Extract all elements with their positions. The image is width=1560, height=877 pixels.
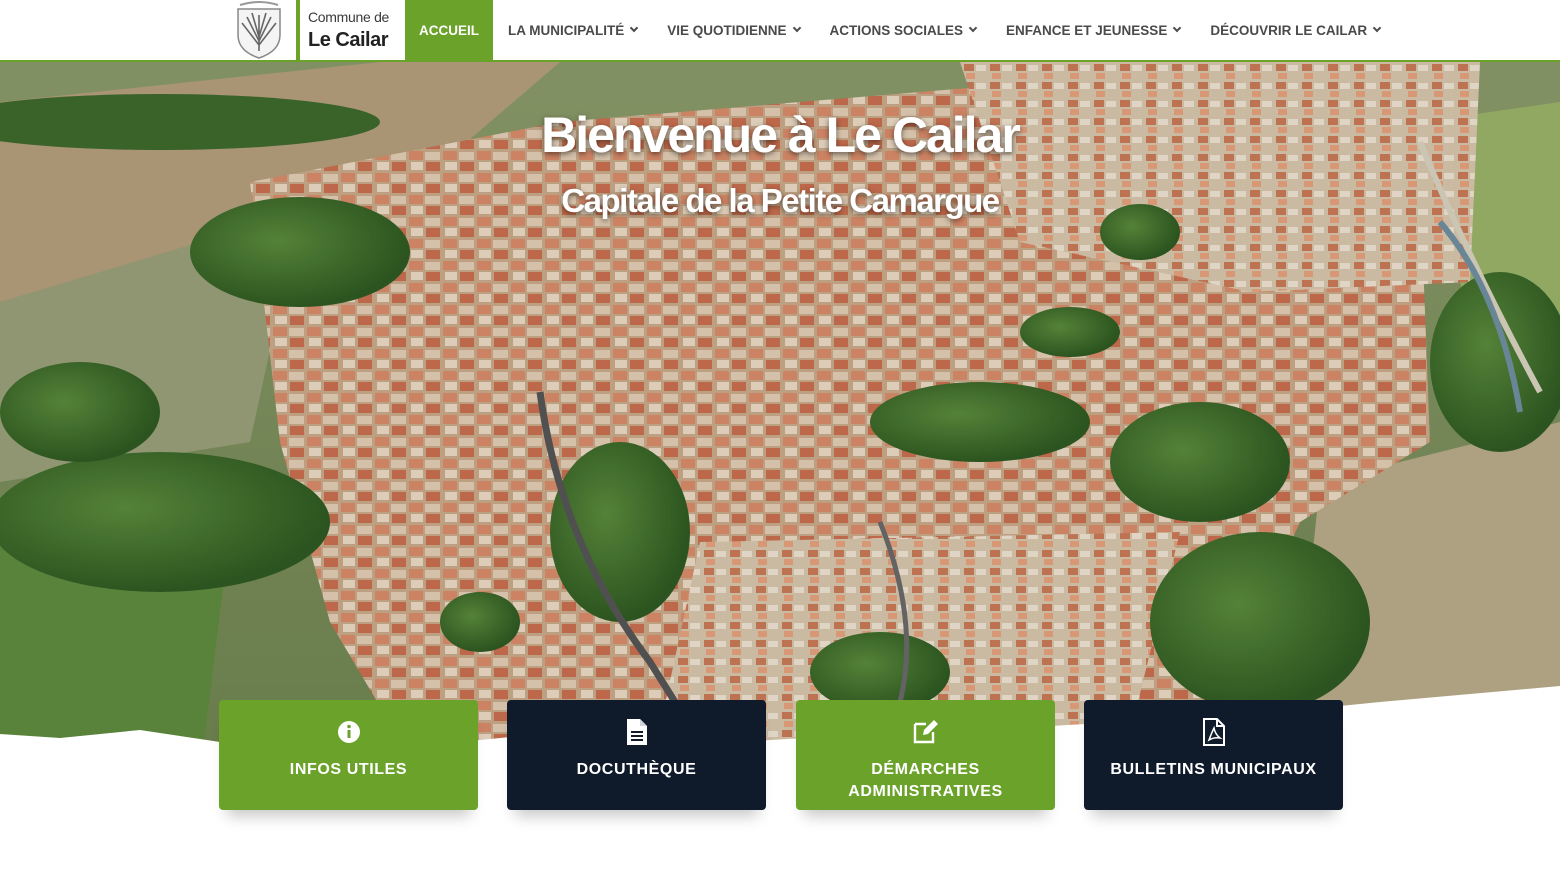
quick-links: INFOS UTILES DOCUTHÈQUE DÉMARCHES ADMINI…: [219, 700, 1343, 810]
info-circle-icon: [335, 717, 363, 747]
nav-item-label: LA MUNICIPALITÉ: [508, 22, 625, 38]
nav-item-label: VIE QUOTIDIENNE: [667, 22, 787, 38]
logo-title: Le Cailar: [308, 29, 388, 51]
chevron-down-icon: [630, 23, 639, 33]
nav-item-la-municipalite[interactable]: LA MUNICIPALITÉ: [493, 0, 652, 60]
demarches-administratives-card[interactable]: DÉMARCHES ADMINISTRATIVES: [796, 700, 1055, 810]
nav-item-label: DÉCOUVRIR LE CAILAR: [1210, 22, 1368, 38]
card-label: INFOS UTILES: [289, 761, 408, 778]
site-logo[interactable]: Commune de Le Cailar: [234, 0, 389, 60]
main-nav: ACCUEIL LA MUNICIPALITÉ VIE QUOTIDIENNE …: [405, 0, 1395, 60]
nav-item-label: ACTIONS SOCIALES: [829, 22, 964, 38]
infos-utiles-card[interactable]: INFOS UTILES: [219, 700, 478, 810]
card-label: DÉMARCHES ADMINISTRATIVES: [848, 761, 1003, 800]
nav-item-accueil[interactable]: ACCUEIL: [405, 0, 493, 60]
nav-item-label: ACCUEIL: [419, 22, 479, 38]
document-icon: [623, 717, 651, 747]
crest-logo-icon: [237, 1, 281, 59]
site-header: Commune de Le Cailar ACCUEIL LA MUNICIPA…: [0, 0, 1560, 62]
card-label: DOCUTHÈQUE: [576, 761, 697, 778]
chevron-down-icon: [1173, 23, 1182, 33]
bulletins-municipaux-card[interactable]: BULLETINS MUNICIPAUX: [1084, 700, 1343, 810]
docutheque-card[interactable]: DOCUTHÈQUE: [507, 700, 766, 810]
chevron-down-icon: [792, 23, 801, 33]
chevron-down-icon: [1372, 23, 1382, 33]
hero-title: Bienvenue à Le Cailar: [541, 107, 1021, 163]
chevron-down-icon: [968, 23, 978, 33]
pdf-file-icon: [1200, 717, 1228, 747]
nav-item-actions-sociales[interactable]: ACTIONS SOCIALES: [815, 0, 992, 60]
hero-banner: Bienvenue à Le Cailar Capitale de la Pet…: [0, 62, 1560, 774]
logo-text: Commune de Le Cailar: [308, 10, 389, 50]
nav-item-label: ENFANCE ET JEUNESSE: [1006, 22, 1168, 38]
edit-icon: [912, 717, 940, 747]
hero-subtitle: Capitale de la Petite Camargue: [561, 182, 1000, 219]
nav-item-decouvrir-le-cailar[interactable]: DÉCOUVRIR LE CAILAR: [1195, 0, 1395, 60]
nav-item-enfance-et-jeunesse[interactable]: ENFANCE ET JEUNESSE: [991, 0, 1195, 60]
logo-subtitle: Commune de: [308, 9, 390, 25]
nav-item-vie-quotidienne[interactable]: VIE QUOTIDIENNE: [652, 0, 814, 60]
card-label: BULLETINS MUNICIPAUX: [1110, 761, 1317, 778]
aerial-village-photo: [0, 62, 1560, 774]
logo-divider: [296, 0, 300, 60]
